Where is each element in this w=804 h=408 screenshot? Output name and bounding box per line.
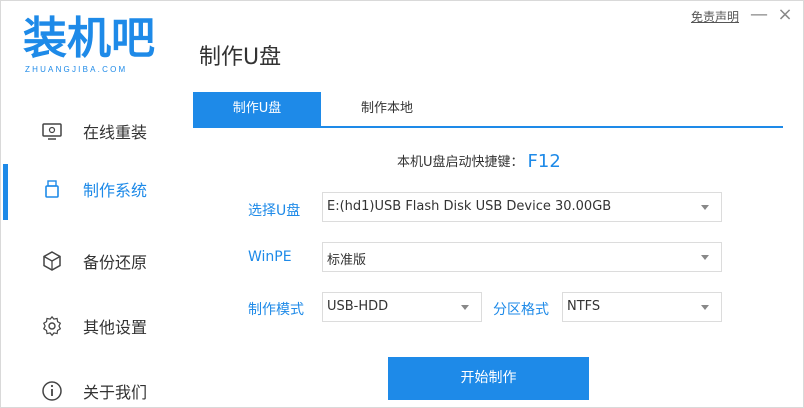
page-title: 制作U盘: [199, 45, 282, 70]
tab-bar: 制作U盘 制作本地: [193, 92, 783, 128]
sidebar: 在线重装 制作系统 备份还原 其他设置 关于我们: [1, 96, 181, 408]
sidebar-item-label: 制作系统: [83, 181, 148, 200]
usb-select-label: 选择U盘: [248, 203, 301, 219]
winpe-select-value: 标准版: [327, 253, 367, 268]
info-icon: [42, 381, 62, 401]
minimize-button[interactable]: —: [749, 3, 769, 27]
logo: 装机吧 ZHUANGJIBA.COM: [23, 15, 173, 79]
tab-make-local[interactable]: 制作本地: [323, 92, 451, 126]
logo-subtext: ZHUANGJIBA.COM: [25, 65, 128, 74]
sidebar-item-online-reinstall[interactable]: 在线重装: [1, 106, 181, 156]
usb-select-value: E:(hd1)USB Flash Disk USB Device 30.00GB: [327, 199, 612, 214]
sidebar-item-other-settings[interactable]: 其他设置: [1, 301, 181, 351]
close-button[interactable]: ×: [775, 3, 795, 27]
usb-select[interactable]: E:(hd1)USB Flash Disk USB Device 30.00GB: [322, 192, 722, 222]
sidebar-indicator: [3, 106, 8, 162]
cube-icon: [43, 251, 61, 271]
sidebar-indicator: [3, 164, 8, 220]
sidebar-item-label: 关于我们: [83, 383, 148, 402]
winpe-label: WinPE: [248, 249, 292, 265]
mode-select[interactable]: USB-HDD: [322, 292, 482, 322]
hotkey-value: F12: [527, 151, 561, 172]
mode-label: 制作模式: [248, 302, 304, 318]
app-window: 装机吧 ZHUANGJIBA.COM 制作U盘 免责声明 — × 在线重装 制作…: [0, 0, 804, 408]
partition-select[interactable]: NTFS: [562, 292, 722, 322]
disclaimer-link[interactable]: 免责声明: [691, 8, 739, 25]
sidebar-indicator: [3, 366, 8, 408]
sidebar-item-backup-restore[interactable]: 备份还原: [1, 236, 181, 286]
sidebar-indicator: [3, 301, 8, 357]
gear-icon: [42, 315, 62, 337]
hotkey-label: 本机U盘启动快捷键：: [397, 155, 524, 170]
chevron-down-icon: [701, 255, 709, 260]
winpe-select[interactable]: 标准版: [322, 242, 722, 272]
mode-select-value: USB-HDD: [327, 299, 389, 314]
chevron-down-icon: [461, 305, 469, 310]
sidebar-item-about-us[interactable]: 关于我们: [1, 366, 181, 408]
sidebar-item-label: 备份还原: [83, 253, 148, 272]
sidebar-item-make-system[interactable]: 制作系统: [1, 164, 181, 220]
chevron-down-icon: [701, 305, 709, 310]
logo-text: 装机吧: [23, 13, 155, 64]
hotkey-info: 本机U盘启动快捷键： F12: [397, 151, 561, 172]
sidebar-item-label: 在线重装: [83, 123, 148, 142]
sidebar-indicator: [3, 236, 8, 292]
monitor-icon: [42, 123, 62, 140]
tab-make-usb[interactable]: 制作U盘: [193, 92, 321, 126]
partition-select-value: NTFS: [567, 299, 601, 314]
sidebar-item-label: 其他设置: [83, 318, 148, 337]
start-button[interactable]: 开始制作: [388, 357, 589, 400]
usb-drive-icon: [45, 180, 59, 198]
partition-label: 分区格式: [493, 302, 549, 318]
chevron-down-icon: [701, 205, 709, 210]
